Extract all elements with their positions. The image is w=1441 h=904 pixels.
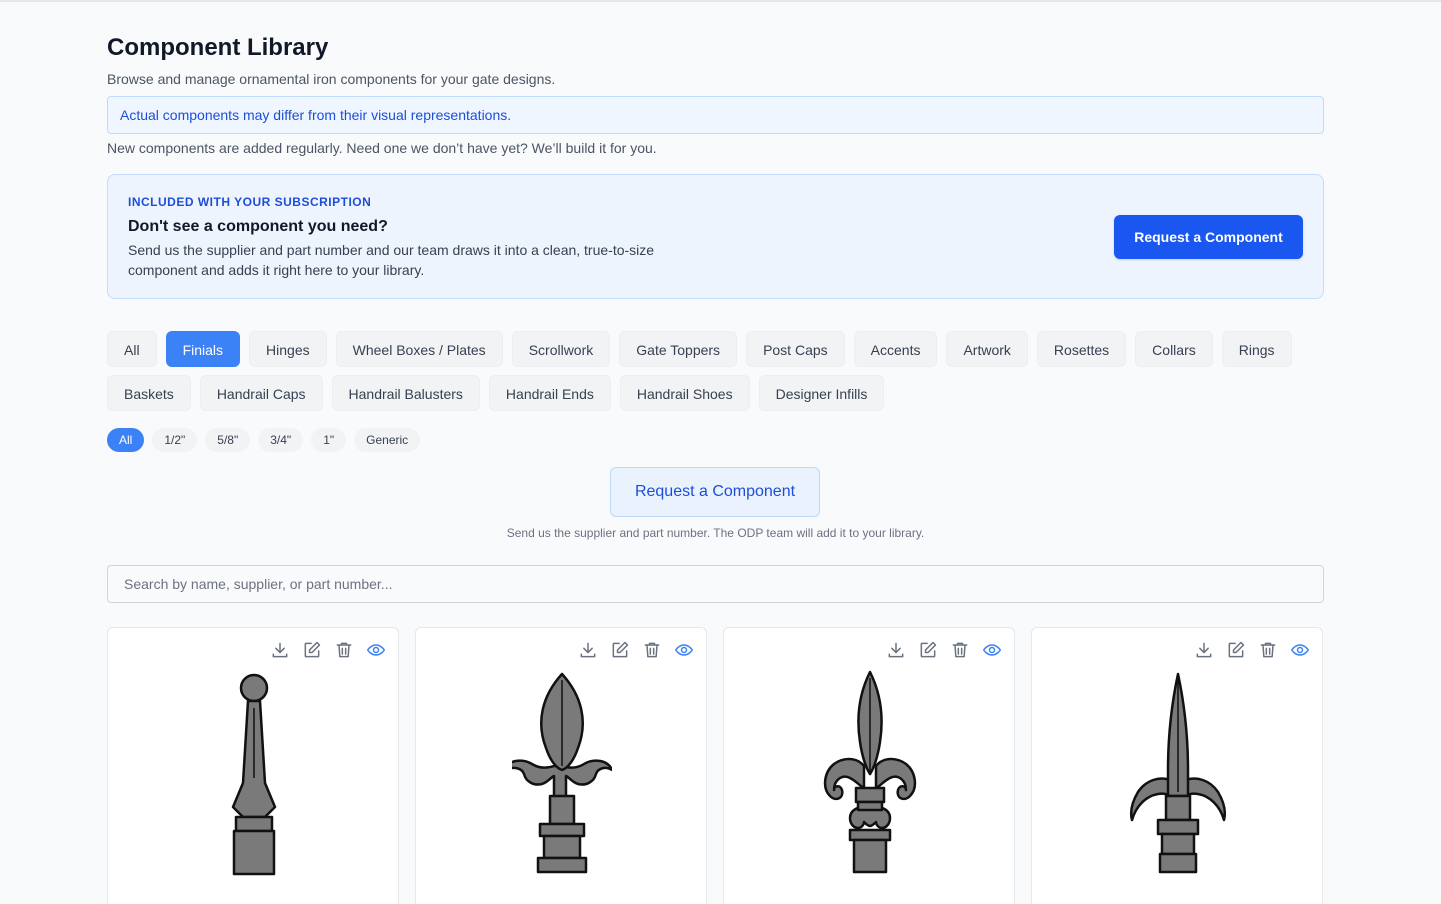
component-card[interactable] xyxy=(415,627,707,904)
category-chip-hinges[interactable]: Hinges xyxy=(249,331,327,367)
category-chip-post-caps[interactable]: Post Caps xyxy=(746,331,845,367)
component-card[interactable] xyxy=(1031,627,1323,904)
edit-icon[interactable] xyxy=(918,640,938,660)
tulip-finial-icon xyxy=(502,670,614,876)
category-chip-rosettes[interactable]: Rosettes xyxy=(1036,331,1127,367)
request-component-button[interactable]: Request a Component xyxy=(610,467,820,517)
promo-eyebrow: INCLUDED WITH YOUR SUBSCRIPTION xyxy=(128,195,372,209)
size-pill-generic[interactable]: Generic xyxy=(354,428,421,452)
category-filter-row-1: All Finials Hinges Wheel Boxes / Plates … xyxy=(107,331,1292,367)
download-icon[interactable] xyxy=(270,640,290,660)
category-chip-handrail-caps[interactable]: Handrail Caps xyxy=(199,375,323,411)
component-grid xyxy=(107,627,1323,904)
delete-icon[interactable] xyxy=(334,640,354,660)
category-chip-wheel-boxes-plates[interactable]: Wheel Boxes / Plates xyxy=(335,331,503,367)
delete-icon[interactable] xyxy=(950,640,970,660)
category-chip-handrail-ends[interactable]: Handrail Ends xyxy=(488,375,611,411)
category-chip-artwork[interactable]: Artwork xyxy=(946,331,1028,367)
edit-icon[interactable] xyxy=(1226,640,1246,660)
disclaimer-notice: Actual components may differ from their … xyxy=(107,96,1324,134)
ball-top-finial-icon xyxy=(204,670,304,876)
promo-request-component-button[interactable]: Request a Component xyxy=(1114,215,1303,259)
category-chip-all[interactable]: All xyxy=(107,331,157,367)
component-card[interactable] xyxy=(107,627,399,904)
spear-finial-icon xyxy=(1128,670,1228,876)
size-pill-all[interactable]: All xyxy=(107,428,145,452)
size-pill-three-quarter-inch[interactable]: 3/4" xyxy=(258,428,304,452)
category-chip-handrail-shoes[interactable]: Handrail Shoes xyxy=(619,375,750,411)
delete-icon[interactable] xyxy=(642,640,662,660)
page-title: Component Library xyxy=(107,34,329,61)
category-chip-finials[interactable]: Finials xyxy=(165,331,241,367)
view-icon[interactable] xyxy=(366,640,386,660)
delete-icon[interactable] xyxy=(1258,640,1278,660)
category-chip-rings[interactable]: Rings xyxy=(1221,331,1292,367)
edit-icon[interactable] xyxy=(302,640,322,660)
card-actions xyxy=(1194,640,1310,660)
request-help-text: Send us the supplier and part number. Th… xyxy=(506,526,925,540)
size-pill-five-eighths-inch[interactable]: 5/8" xyxy=(205,428,251,452)
size-pill-one-inch[interactable]: 1" xyxy=(311,428,347,452)
promo-title: Don't see a component you need? xyxy=(128,218,388,235)
new-components-note: New components are added regularly. Need… xyxy=(107,140,657,156)
category-chip-gate-toppers[interactable]: Gate Toppers xyxy=(619,331,738,367)
component-card[interactable] xyxy=(723,627,1015,904)
size-pill-half-inch[interactable]: 1/2" xyxy=(152,428,198,452)
download-icon[interactable] xyxy=(1194,640,1214,660)
card-actions xyxy=(578,640,694,660)
category-chip-accents[interactable]: Accents xyxy=(853,331,938,367)
view-icon[interactable] xyxy=(982,640,1002,660)
card-actions xyxy=(886,640,1002,660)
fleur-de-lis-finial-icon xyxy=(820,670,920,876)
category-filter-row-2: Baskets Handrail Caps Handrail Balusters… xyxy=(107,375,885,411)
download-icon[interactable] xyxy=(578,640,598,660)
promo-body: Send us the supplier and part number and… xyxy=(128,242,655,278)
card-actions xyxy=(270,640,386,660)
page-subtitle: Browse and manage ornamental iron compon… xyxy=(107,71,556,87)
component-search-input[interactable] xyxy=(107,565,1324,603)
category-chip-designer-infills[interactable]: Designer Infills xyxy=(758,375,885,411)
view-icon[interactable] xyxy=(1290,640,1310,660)
category-chip-collars[interactable]: Collars xyxy=(1135,331,1213,367)
category-chip-scrollwork[interactable]: Scrollwork xyxy=(511,331,611,367)
subscription-promo-card: INCLUDED WITH YOUR SUBSCRIPTION Don't se… xyxy=(107,174,1324,299)
size-filter-row: All 1/2" 5/8" 3/4" 1" Generic xyxy=(107,428,421,452)
download-icon[interactable] xyxy=(886,640,906,660)
view-icon[interactable] xyxy=(674,640,694,660)
category-chip-handrail-balusters[interactable]: Handrail Balusters xyxy=(331,375,480,411)
category-chip-baskets[interactable]: Baskets xyxy=(107,375,191,411)
edit-icon[interactable] xyxy=(610,640,630,660)
